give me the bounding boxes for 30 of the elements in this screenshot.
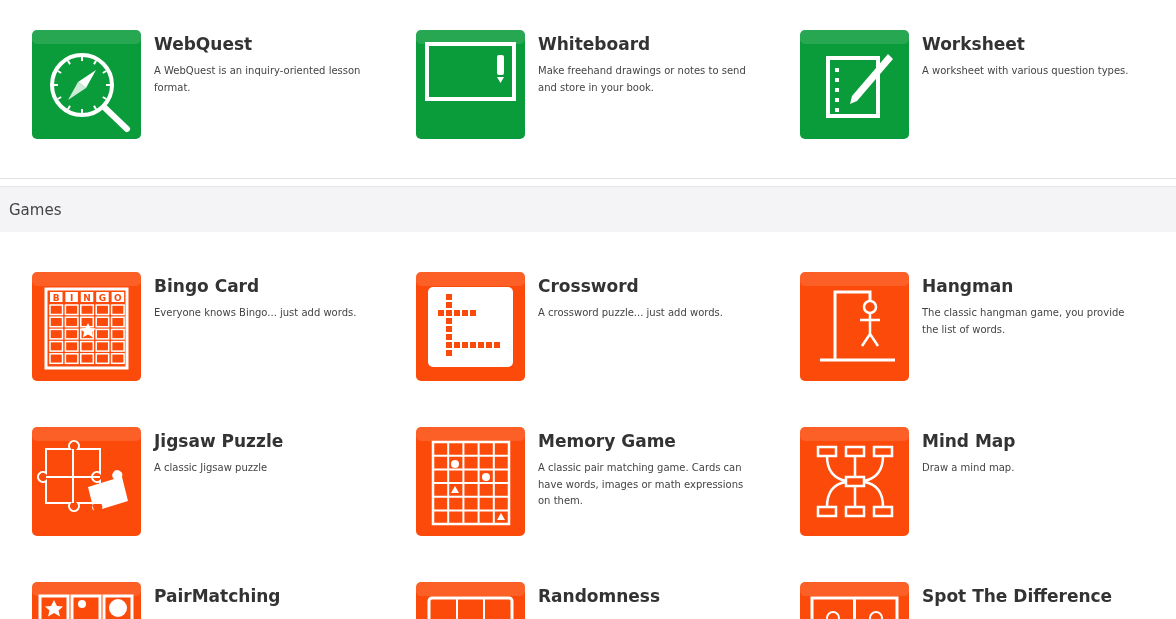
compass-search-icon[interactable] <box>32 30 141 139</box>
hangman-icon[interactable] <box>800 272 909 381</box>
tool-title[interactable]: Crossword <box>538 274 723 298</box>
tool-description: A classic pair matching game. Cards can have words, images or math expressions on them. <box>538 461 745 508</box>
tool-title[interactable]: Spot The Difference <box>922 584 1113 608</box>
tool-description: Draw a mind map. <box>922 461 1016 475</box>
tool-description: A worksheet with various question types. <box>922 64 1129 78</box>
tool-title[interactable]: Hangman <box>922 274 1137 298</box>
tool-description: Everyone knows Bingo... just add words. <box>154 306 357 320</box>
tool-title[interactable]: Whiteboard <box>538 32 753 56</box>
tool-description: A classic Jigsaw puzzle <box>154 461 269 475</box>
tool-title[interactable]: Worksheet <box>922 32 1129 56</box>
tool-description: Make freehand drawings or notes to send and store in your book. <box>538 64 747 95</box>
tool-title[interactable]: Randomness <box>538 584 661 608</box>
tool-title[interactable]: Bingo Card <box>154 274 357 298</box>
tool-title[interactable]: PairMatching <box>154 584 281 608</box>
mind-map-icon[interactable] <box>800 427 909 536</box>
whiteboard-icon[interactable] <box>416 30 525 139</box>
section-heading: Games <box>9 200 62 219</box>
tool-description: A crossword puzzle... just add words. <box>538 306 723 320</box>
tool-title[interactable]: Jigsaw Puzzle <box>154 429 284 453</box>
memory-grid-icon[interactable] <box>416 427 525 536</box>
tool-title[interactable]: Mind Map <box>922 429 1016 453</box>
tool-title[interactable]: Memory Game <box>538 429 753 453</box>
crossword-icon[interactable] <box>416 272 525 381</box>
jigsaw-puzzle-icon[interactable] <box>32 427 141 536</box>
tool-description: A WebQuest is an inquiry-oriented lesson format. <box>154 64 362 95</box>
tool-title[interactable]: WebQuest <box>154 32 369 56</box>
worksheet-icon[interactable] <box>800 30 909 139</box>
tool-description: The classic hangman game, you provide the list of words. <box>922 306 1126 337</box>
